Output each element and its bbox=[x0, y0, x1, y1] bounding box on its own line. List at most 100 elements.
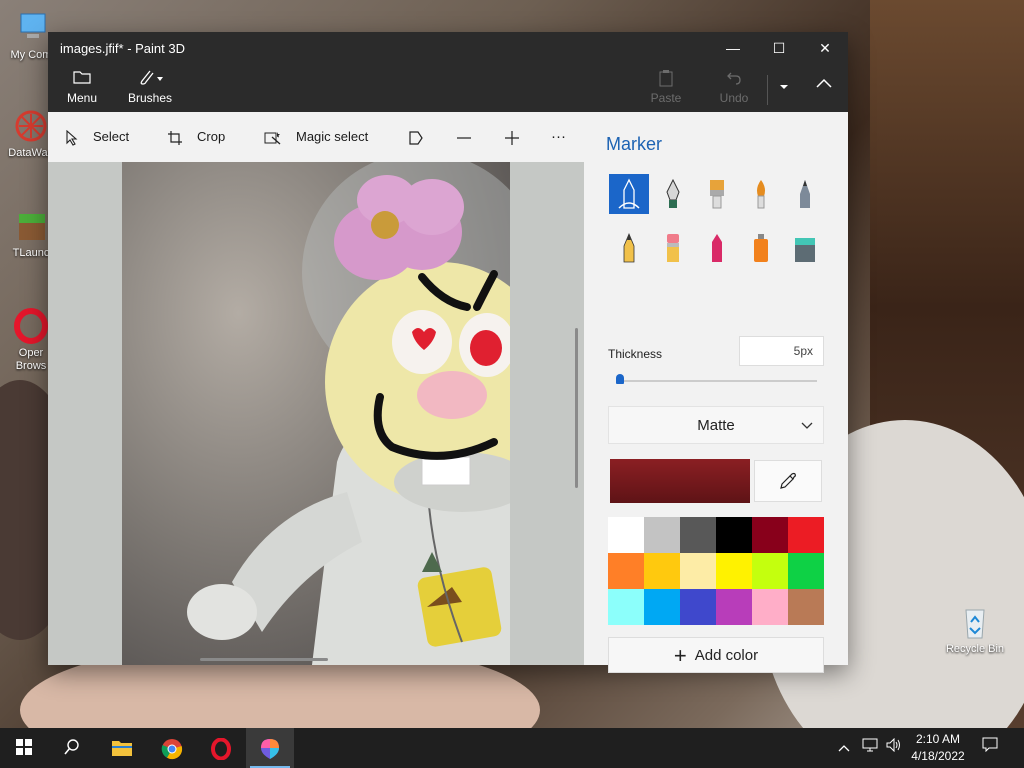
chevron-down-icon bbox=[801, 407, 813, 445]
brush-spray-can[interactable] bbox=[741, 228, 781, 268]
panel-title: Marker bbox=[606, 134, 663, 154]
brush-marker[interactable] bbox=[609, 174, 649, 214]
menu-button[interactable]: Menu bbox=[64, 69, 100, 105]
start-button[interactable] bbox=[0, 728, 48, 768]
brushes-button[interactable]: Brushes bbox=[128, 69, 172, 105]
taskbar-paint3d[interactable] bbox=[246, 728, 294, 768]
action-center-button[interactable] bbox=[982, 728, 1002, 768]
pen-icon bbox=[666, 178, 680, 208]
select-tool[interactable]: Select bbox=[65, 112, 129, 162]
palette-swatch[interactable] bbox=[644, 589, 680, 625]
search-icon bbox=[64, 739, 79, 755]
magic-select-icon bbox=[264, 131, 281, 145]
horizontal-scrollbar[interactable] bbox=[200, 658, 328, 661]
close-button[interactable]: ✕ bbox=[802, 32, 848, 65]
search-button[interactable] bbox=[48, 728, 96, 768]
brush-watercolor[interactable] bbox=[741, 174, 781, 214]
zoom-in-button[interactable] bbox=[504, 112, 520, 162]
thickness-slider-thumb[interactable] bbox=[616, 374, 624, 384]
brush-eraser[interactable] bbox=[653, 228, 693, 268]
brush-crayon[interactable] bbox=[697, 228, 737, 268]
palette-swatch[interactable] bbox=[752, 553, 788, 589]
taskbar-opera[interactable] bbox=[197, 728, 245, 768]
palette-swatch[interactable] bbox=[608, 517, 644, 553]
finish-dropdown[interactable]: Matte bbox=[608, 406, 824, 444]
network-button[interactable] bbox=[862, 728, 882, 768]
title-bar[interactable]: images.jfif* - Paint 3D — ☐ ✕ bbox=[48, 32, 848, 65]
palette-swatch[interactable] bbox=[680, 589, 716, 625]
eyedropper-button[interactable] bbox=[754, 460, 822, 502]
finish-value: Matte bbox=[697, 417, 735, 434]
chrome-icon bbox=[161, 739, 183, 760]
grass-block-icon bbox=[19, 214, 45, 240]
paste-label: Paste bbox=[650, 91, 682, 105]
desktop-icon-label: Recycle Bin bbox=[945, 643, 1005, 655]
palette-swatch[interactable] bbox=[788, 553, 824, 589]
show-hidden-icons-button[interactable] bbox=[838, 728, 856, 768]
canvas-area[interactable] bbox=[48, 162, 584, 665]
marker-icon bbox=[618, 178, 640, 209]
brush-pixel-pen[interactable] bbox=[785, 174, 825, 214]
zoom-out-button[interactable] bbox=[456, 112, 472, 162]
undo-label: Undo bbox=[719, 91, 749, 105]
color-palette bbox=[608, 517, 824, 625]
brush-pencil[interactable] bbox=[609, 228, 649, 268]
thickness-slider[interactable] bbox=[617, 380, 817, 382]
palette-swatch[interactable] bbox=[716, 589, 752, 625]
taskbar-file-explorer[interactable] bbox=[98, 728, 146, 768]
recycle-bin-icon bbox=[965, 609, 985, 639]
add-color-button[interactable]: + Add color bbox=[608, 637, 824, 673]
brush-calligraphy-pen[interactable] bbox=[653, 174, 693, 214]
maximize-button[interactable]: ☐ bbox=[756, 32, 802, 65]
windows-logo-icon bbox=[16, 739, 32, 755]
more-options-button[interactable]: ··· bbox=[551, 112, 566, 162]
file-explorer-icon bbox=[112, 741, 132, 756]
clipboard-icon bbox=[659, 70, 673, 87]
oil-brush-icon bbox=[710, 180, 724, 209]
sandy-plush-drawing bbox=[122, 162, 510, 665]
opera-icon bbox=[14, 308, 48, 344]
history-dropdown-button[interactable] bbox=[774, 79, 794, 93]
palette-swatch[interactable] bbox=[752, 517, 788, 553]
brush-fill[interactable] bbox=[785, 228, 825, 268]
chevron-up-icon bbox=[816, 78, 832, 88]
eraser-icon bbox=[667, 234, 679, 262]
network-icon bbox=[862, 738, 878, 752]
current-color-swatch[interactable] bbox=[610, 459, 750, 503]
palette-swatch[interactable] bbox=[608, 553, 644, 589]
palette-swatch[interactable] bbox=[752, 589, 788, 625]
paste-button[interactable]: Paste bbox=[648, 69, 684, 105]
brush-oil[interactable] bbox=[697, 174, 737, 214]
magic-select-tool[interactable]: Magic select bbox=[264, 112, 368, 162]
sticker-icon bbox=[409, 130, 423, 145]
palette-swatch[interactable] bbox=[644, 517, 680, 553]
undo-icon bbox=[727, 72, 741, 85]
canvas-image[interactable] bbox=[122, 162, 510, 665]
palette-swatch[interactable] bbox=[788, 517, 824, 553]
pixel-pen-icon bbox=[800, 180, 810, 208]
flag-tool[interactable] bbox=[408, 112, 424, 162]
palette-swatch[interactable] bbox=[716, 553, 752, 589]
computer-icon bbox=[20, 13, 46, 38]
undo-button[interactable]: Undo bbox=[716, 69, 752, 105]
palette-swatch[interactable] bbox=[788, 589, 824, 625]
crop-tool[interactable]: Crop bbox=[167, 112, 225, 162]
folder-icon bbox=[73, 71, 91, 84]
clock-time: 2:10 AM bbox=[915, 732, 961, 746]
vertical-scrollbar[interactable] bbox=[575, 328, 578, 488]
thickness-input[interactable]: 5px bbox=[739, 336, 824, 366]
plus-icon bbox=[505, 130, 519, 145]
palette-swatch[interactable] bbox=[716, 517, 752, 553]
minimize-button[interactable]: — bbox=[710, 32, 756, 65]
eyedropper-icon bbox=[780, 472, 796, 489]
palette-swatch[interactable] bbox=[680, 517, 716, 553]
crop-icon bbox=[168, 130, 182, 145]
palette-swatch[interactable] bbox=[608, 589, 644, 625]
desktop-icon-recycle-bin[interactable]: Recycle Bin bbox=[944, 604, 1006, 656]
pencil-icon bbox=[623, 232, 635, 263]
taskbar-chrome[interactable] bbox=[148, 728, 196, 768]
taskbar-clock[interactable]: 2:10 AM 4/18/2022 bbox=[900, 731, 976, 765]
palette-swatch[interactable] bbox=[680, 553, 716, 589]
palette-swatch[interactable] bbox=[644, 553, 680, 589]
collapse-ribbon-button[interactable] bbox=[812, 77, 836, 91]
